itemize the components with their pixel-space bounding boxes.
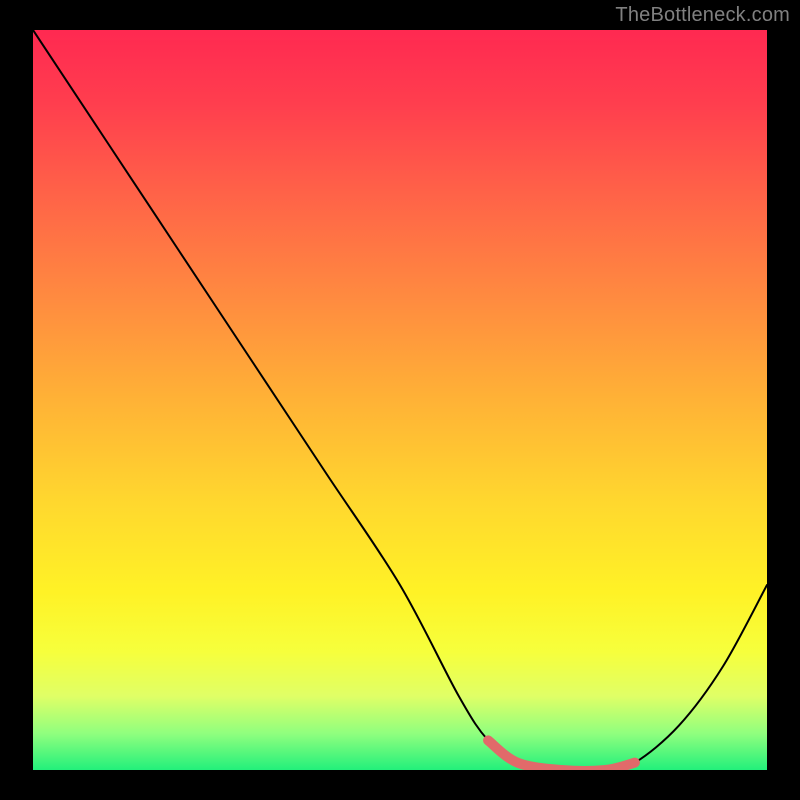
plot-area [33,30,767,770]
curve-layer [33,30,767,770]
attribution-label: TheBottleneck.com [615,4,790,27]
optimal-band-path [488,740,635,770]
chart-container: TheBottleneck.com [0,0,800,800]
bottleneck-curve-path [33,30,767,770]
